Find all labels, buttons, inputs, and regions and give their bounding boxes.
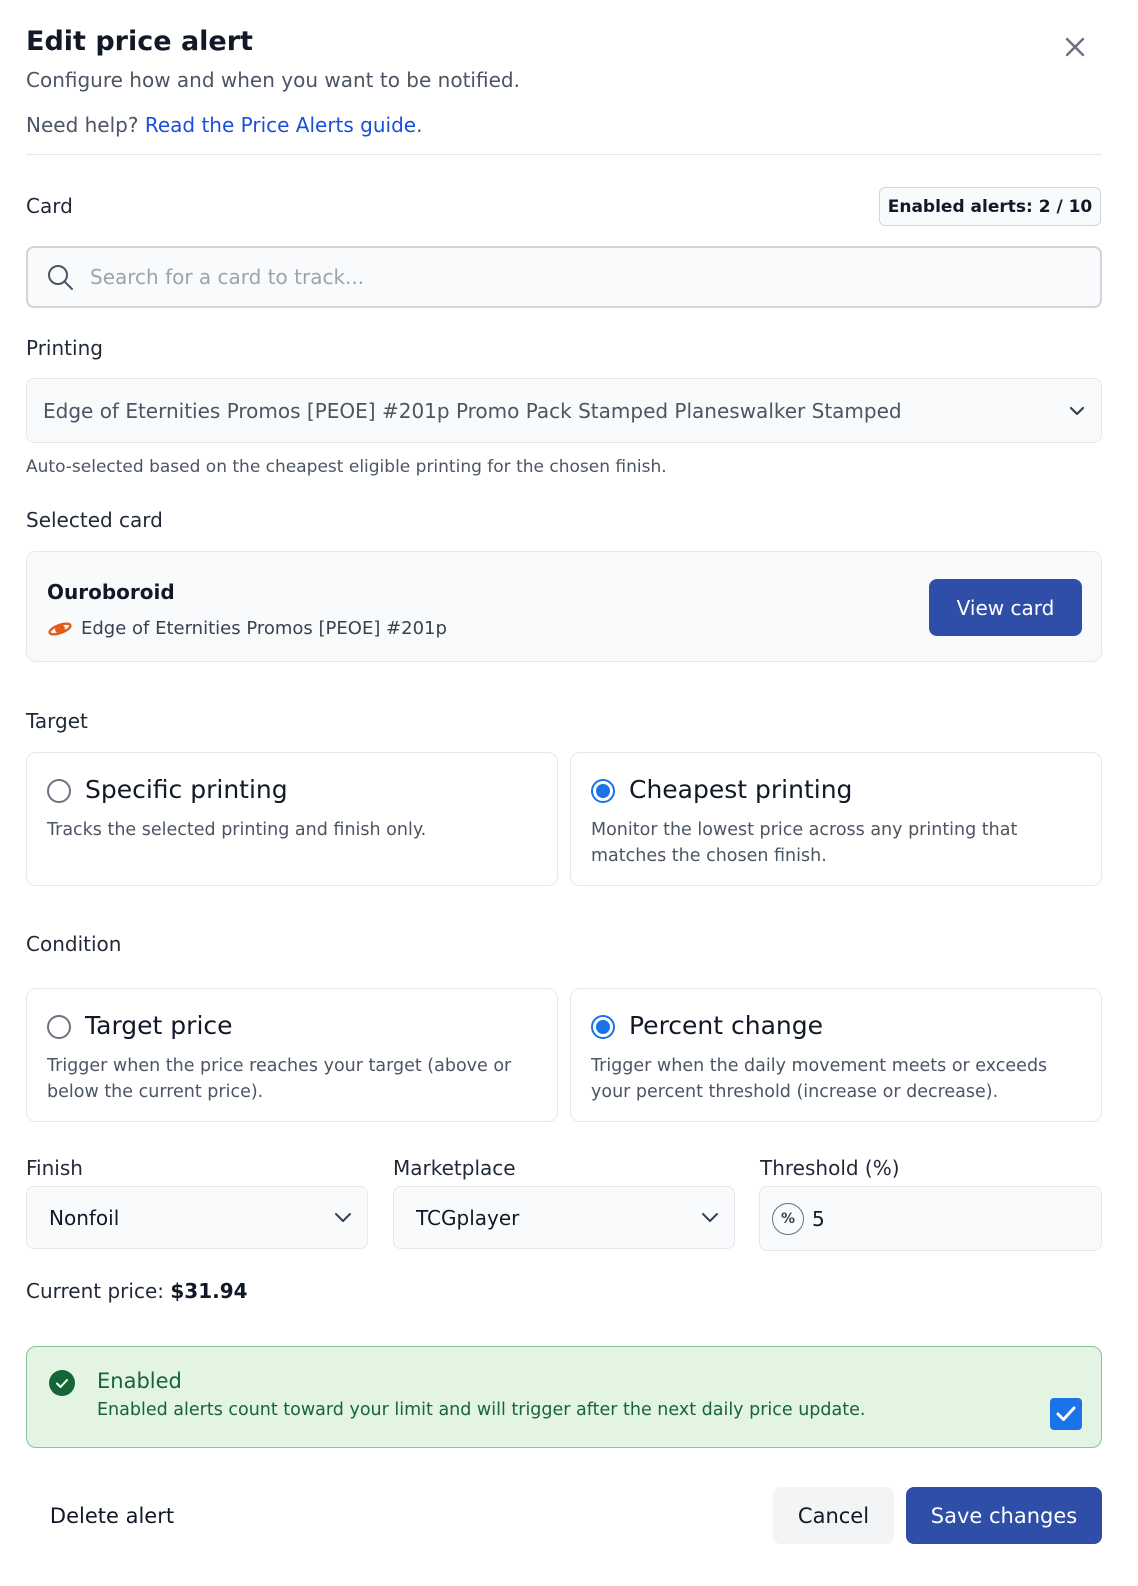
- marketplace-label: Marketplace: [393, 1156, 516, 1180]
- set-symbol-icon: [47, 619, 73, 639]
- target-label: Target: [26, 709, 88, 733]
- condition-option-target-price[interactable]: Target price Trigger when the price reac…: [26, 988, 558, 1122]
- finish-value: Nonfoil: [49, 1205, 120, 1230]
- dialog-subtitle: Configure how and when you want to be no…: [26, 68, 520, 92]
- marketplace-select[interactable]: TCGplayer: [393, 1186, 735, 1249]
- cheapest-printing-radio[interactable]: [591, 779, 615, 803]
- save-changes-button[interactable]: Save changes: [906, 1487, 1102, 1544]
- card-name: Ouroboroid: [47, 580, 175, 604]
- header-divider: [26, 154, 1102, 155]
- card-set: Edge of Eternities Promos [PEOE] #201p: [81, 618, 447, 639]
- close-icon: [1065, 37, 1085, 57]
- enabled-checkbox[interactable]: [1050, 1398, 1082, 1430]
- chevron-down-icon: [700, 1208, 720, 1228]
- enabled-panel: Enabled Enabled alerts count toward your…: [26, 1346, 1102, 1448]
- specific-printing-radio[interactable]: [47, 779, 71, 803]
- threshold-input[interactable]: [812, 1206, 1062, 1231]
- percent-icon: %: [772, 1202, 804, 1235]
- finish-select[interactable]: Nonfoil: [26, 1186, 368, 1249]
- printing-select[interactable]: Edge of Eternities Promos [PEOE] #201p P…: [26, 378, 1102, 443]
- condition-option-percent-change[interactable]: Percent change Trigger when the daily mo…: [570, 988, 1102, 1122]
- card-set-line: Edge of Eternities Promos [PEOE] #201p: [47, 618, 447, 639]
- target-price-radio[interactable]: [47, 1015, 71, 1039]
- checkmark-icon: [1056, 1406, 1076, 1421]
- close-button[interactable]: [1058, 30, 1092, 64]
- option-desc: Monitor the lowest price across any prin…: [591, 820, 1018, 866]
- current-price-label: Current price:: [26, 1279, 164, 1303]
- target-option-cheapest[interactable]: Cheapest printing Monitor the lowest pri…: [570, 752, 1102, 886]
- printing-hint: Auto-selected based on the cheapest elig…: [26, 457, 667, 477]
- selected-card-panel: Ouroboroid Edge of Eternities Promos [PE…: [26, 551, 1102, 662]
- delete-alert-button[interactable]: Delete alert: [26, 1488, 198, 1544]
- option-desc: Tracks the selected printing and finish …: [47, 820, 427, 840]
- enabled-alerts-badge: Enabled alerts: 2 / 10: [879, 187, 1101, 226]
- option-desc: Trigger when the price reaches your targ…: [47, 1056, 512, 1102]
- dialog-title: Edit price alert: [26, 26, 253, 57]
- option-title: Target price: [85, 1011, 233, 1040]
- search-input[interactable]: [90, 265, 1100, 289]
- chevron-down-icon: [1067, 401, 1087, 421]
- selected-card-label: Selected card: [26, 508, 163, 532]
- threshold-field[interactable]: %: [759, 1186, 1102, 1251]
- option-title: Specific printing: [85, 775, 288, 804]
- view-card-button[interactable]: View card: [929, 579, 1082, 636]
- enabled-title: Enabled: [97, 1369, 182, 1393]
- chevron-down-icon: [333, 1208, 353, 1228]
- help-prefix: Need help?: [26, 113, 139, 137]
- finish-label: Finish: [26, 1156, 83, 1180]
- marketplace-value: TCGplayer: [416, 1205, 520, 1230]
- search-icon: [46, 262, 76, 292]
- enabled-desc: Enabled alerts count toward your limit a…: [97, 1400, 866, 1420]
- check-circle-icon: [49, 1370, 75, 1396]
- condition-label: Condition: [26, 932, 122, 956]
- printing-value: Edge of Eternities Promos [PEOE] #201p P…: [43, 398, 902, 423]
- target-option-specific[interactable]: Specific printing Tracks the selected pr…: [26, 752, 558, 886]
- card-search[interactable]: [26, 246, 1102, 308]
- guide-link[interactable]: Read the Price Alerts guide: [145, 113, 416, 137]
- help-suffix: .: [416, 113, 423, 137]
- threshold-label: Threshold (%): [760, 1156, 900, 1180]
- option-title: Percent change: [629, 1011, 824, 1040]
- help-text: Need help? Read the Price Alerts guide.: [26, 113, 422, 137]
- cancel-button[interactable]: Cancel: [773, 1487, 894, 1544]
- card-label: Card: [26, 194, 73, 218]
- current-price-value: $31.94: [170, 1279, 248, 1303]
- percent-change-radio[interactable]: [591, 1015, 615, 1039]
- option-title: Cheapest printing: [629, 775, 853, 804]
- option-desc: Trigger when the daily movement meets or…: [591, 1056, 1048, 1102]
- current-price: Current price: $31.94: [26, 1279, 248, 1303]
- printing-label: Printing: [26, 336, 103, 360]
